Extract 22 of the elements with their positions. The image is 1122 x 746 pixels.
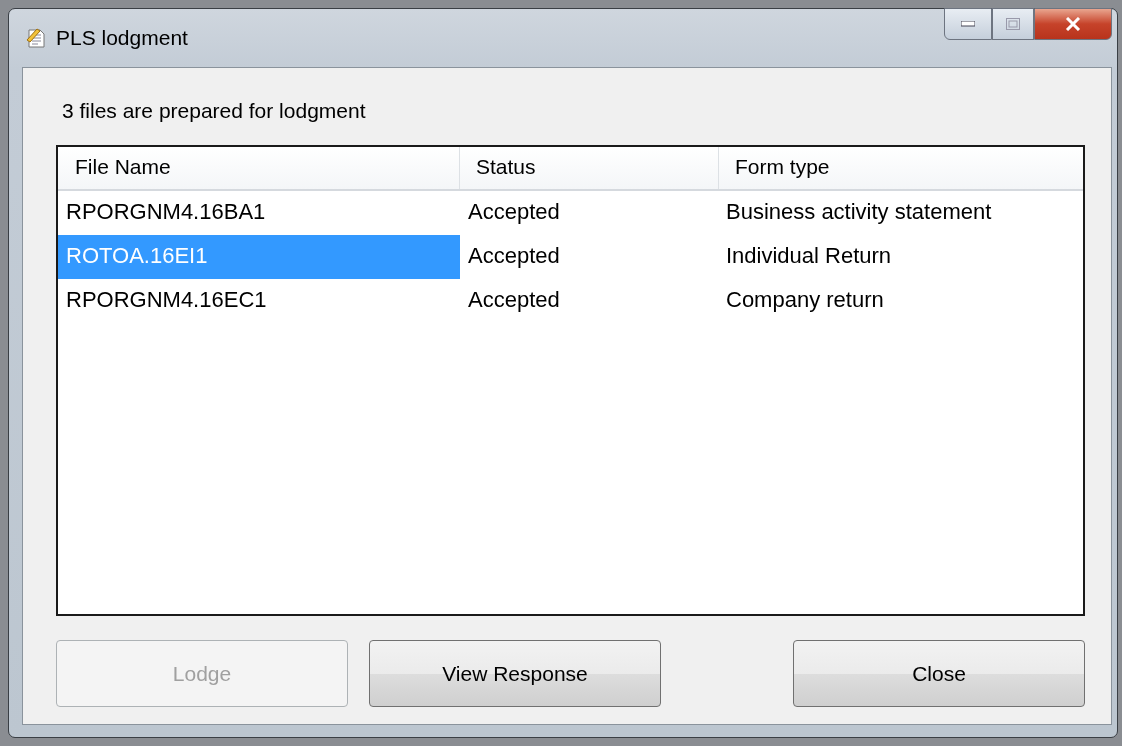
maximize-icon bbox=[1006, 18, 1020, 30]
table-cell[interactable]: Company return bbox=[719, 279, 1083, 323]
dialog-button[interactable]: View Response bbox=[369, 640, 661, 707]
table-cell[interactable]: Business activity statement bbox=[719, 191, 1083, 235]
table-cell[interactable]: RPORGNM4.16EC1 bbox=[58, 279, 460, 323]
maximize-button[interactable] bbox=[992, 8, 1034, 40]
column-header[interactable]: File Name bbox=[58, 147, 460, 189]
table-cell[interactable]: Accepted bbox=[460, 279, 719, 323]
table-cell[interactable]: Accepted bbox=[460, 191, 719, 235]
message-text: 3 files are prepared for lodgment bbox=[62, 99, 367, 124]
table-cell[interactable]: Accepted bbox=[460, 235, 719, 279]
notepad-icon bbox=[24, 26, 48, 50]
minimize-icon bbox=[961, 21, 975, 27]
window-title: PLS lodgment bbox=[56, 26, 188, 50]
table-cell[interactable]: Individual Return bbox=[719, 235, 1083, 279]
dialog-button[interactable]: Close bbox=[793, 640, 1085, 707]
column-header[interactable]: Form type bbox=[719, 147, 1083, 189]
minimize-button[interactable] bbox=[944, 8, 992, 40]
close-icon bbox=[1065, 17, 1081, 31]
column-header[interactable]: Status bbox=[460, 147, 719, 189]
close-button[interactable] bbox=[1034, 8, 1112, 40]
table-cell[interactable]: RPORGNM4.16BA1 bbox=[58, 191, 460, 235]
